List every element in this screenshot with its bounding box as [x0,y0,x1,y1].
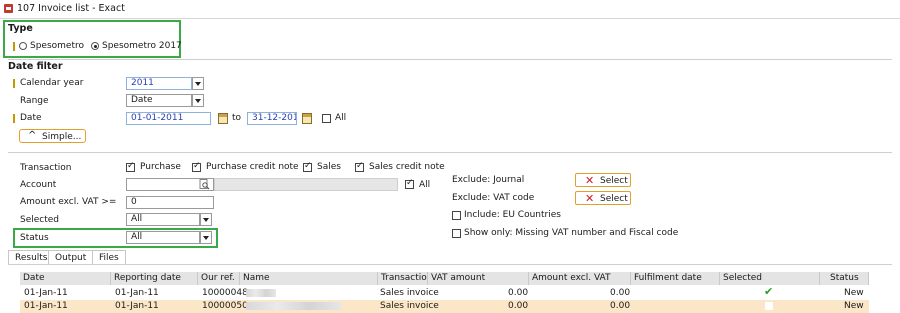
selected-field[interactable]: All [126,213,200,226]
cell-our-ref: 10000048 [202,288,248,298]
cell-vat-amount: 0.00 [508,301,529,311]
range-field[interactable]: Date [126,94,192,107]
amount-excl-vat-label: Amount excl. VAT >= [20,197,117,207]
cell-name-redacted [246,289,276,297]
date-label: Date [20,113,42,123]
date-filter-title: Date filter [8,61,63,72]
window-title: 107 Invoice list - Exact [17,3,125,14]
radio-spesometro-label: Spesometro [30,41,84,51]
chevron-down-icon[interactable] [200,231,212,244]
column-header-selected[interactable]: Selected [720,272,820,285]
table-row[interactable]: 01-Jan-11 01-Jan-11 10000048 Sales invoi… [20,285,869,300]
column-header-name[interactable]: Name [240,272,378,285]
purchase-credit-note-checkbox[interactable] [192,161,201,172]
status-field[interactable]: All [126,231,200,244]
purchase-label: Purchase [140,162,181,172]
title-bar: 107 Invoice list - Exact [0,0,900,19]
lookup-icon[interactable] [199,179,210,190]
cell-status: New [844,301,864,311]
cell-transaction: Sales invoice [380,288,439,298]
select-button-label: Select [600,194,628,204]
radio-spesometro-2017-label: Spesometro 2017 [102,41,182,51]
chevron-up-icon: ^ [28,130,37,141]
column-header-vat-amount[interactable]: VAT amount [428,272,529,285]
account-label: Account [20,180,57,190]
cell-amount-excl-vat: 0.00 [610,288,631,298]
cell-status: New [844,288,864,298]
calendar-icon[interactable] [302,113,312,124]
tabs-baseline [8,264,892,265]
chevron-down-icon[interactable] [192,77,204,90]
radio-spesometro-2017[interactable] [91,42,99,50]
calendar-icon[interactable] [218,113,228,124]
show-only-missing-checkbox[interactable] [452,229,461,238]
column-header-amount-excl-vat[interactable]: Amount excl. VAT [529,272,631,285]
column-header-transaction[interactable]: Transaction [378,272,428,285]
selected-label: Selected [20,215,60,225]
show-only-missing-label: Show only: Missing VAT number and Fiscal… [464,228,679,238]
divider [8,59,892,60]
exclude-vat-code-label: Exclude: VAT code [452,193,535,203]
simple-button-label: Simple... [42,132,82,142]
checkmark-icon[interactable]: ✔ [764,285,773,298]
column-header-fulfilment-date[interactable]: Fulfilment date [631,272,720,285]
selected-checkbox-empty[interactable] [765,302,773,310]
table-row[interactable]: 01-Jan-11 01-Jan-11 10000050 Sales invoi… [20,300,869,313]
account-all-checkbox[interactable] [405,178,414,189]
date-to-label: to [232,113,242,123]
cell-name-redacted [246,302,341,310]
cell-vat-amount: 0.00 [508,288,529,298]
date-to-field[interactable]: 31-12-2011 [247,112,297,125]
cell-reporting-date: 01-Jan-11 [115,288,159,298]
sales-checkbox[interactable] [303,161,312,172]
date-all-checkbox[interactable] [322,114,331,123]
cell-reporting-date: 01-Jan-11 [115,301,159,311]
sales-credit-note-checkbox[interactable] [355,161,364,172]
sales-credit-note-label: Sales credit note [369,162,445,172]
cell-amount-excl-vat: 0.00 [610,301,631,311]
column-header-reporting-date[interactable]: Reporting date [111,272,198,285]
date-all-label: All [335,113,347,123]
account-all-label: All [419,180,431,190]
mandatory-marker-icon [13,79,15,88]
amount-excl-vat-field[interactable]: 0 [126,196,214,209]
exclude-journal-select-button[interactable]: ✕ Select [575,173,631,187]
cell-our-ref: 10000050 [202,301,248,311]
tab-output[interactable]: Output [48,250,94,264]
cell-date: 01-Jan-11 [24,301,68,311]
mandatory-marker-icon [13,114,15,123]
app-icon [4,4,13,13]
divider [8,152,892,153]
transaction-label: Transaction [20,163,72,173]
radio-spesometro[interactable] [19,42,27,50]
range-label: Range [20,96,49,106]
exclude-journal-label: Exclude: Journal [452,175,525,185]
tab-files[interactable]: Files [92,250,126,264]
purchase-credit-note-label: Purchase credit note [206,162,299,172]
select-button-label: Select [600,176,628,186]
purchase-checkbox[interactable] [126,161,135,172]
cell-transaction: Sales invoice [380,301,439,311]
status-label: Status [20,233,49,243]
type-section-title: Type [8,23,33,34]
account-description-field [214,178,398,191]
include-eu-countries-label: Include: EU Countries [464,210,561,220]
calendar-year-field[interactable]: 2011 [126,77,192,90]
chevron-down-icon[interactable] [200,213,212,226]
date-from-field[interactable]: 01-01-2011 [126,112,211,125]
chevron-down-icon[interactable] [192,94,204,107]
mandatory-marker-icon [13,42,15,51]
column-header-our-ref[interactable]: Our ref. [198,272,240,285]
close-icon: ✕ [585,192,595,205]
column-header-status[interactable]: Status [820,272,869,285]
calendar-year-label: Calendar year [20,78,84,88]
close-icon: ✕ [585,174,595,187]
include-eu-countries-checkbox[interactable] [452,211,461,220]
cell-date: 01-Jan-11 [24,288,68,298]
column-header-date[interactable]: Date [20,272,111,285]
exclude-vat-code-select-button[interactable]: ✕ Select [575,191,631,205]
sales-label: Sales [317,162,341,172]
simple-button[interactable]: ^ Simple... [19,129,86,143]
